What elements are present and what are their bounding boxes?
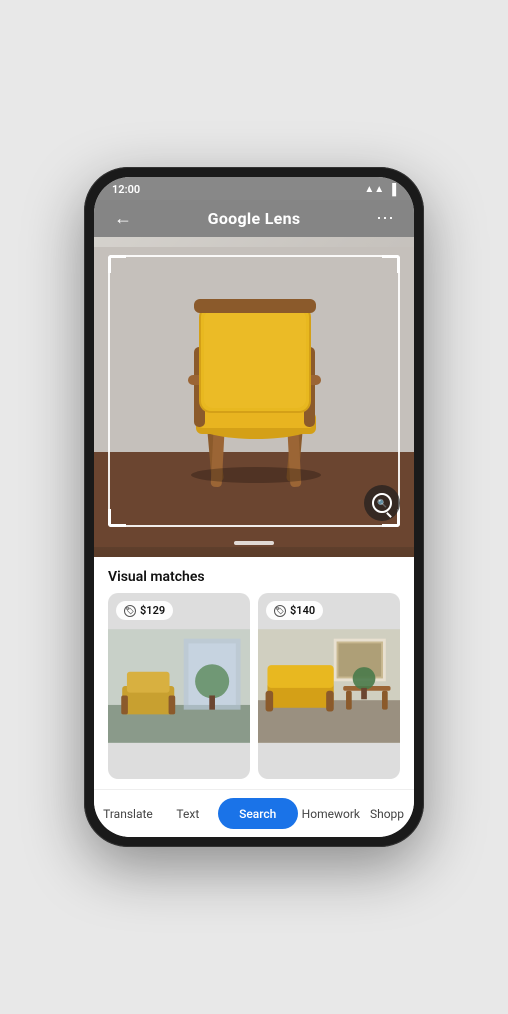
back-button[interactable]: ←	[108, 208, 138, 229]
status-icons: ▲▲ ▐	[364, 183, 396, 196]
results-area: Visual matches	[94, 557, 414, 789]
app-title: Google Lens	[208, 209, 301, 228]
tab-translate[interactable]: Translate	[98, 790, 158, 837]
phone-frame: 12:00 ▲▲ ▐ ← Google Lens ⋯	[84, 167, 424, 847]
tab-homework[interactable]: Homework	[298, 790, 364, 837]
price-badge-2: 🏷 $140	[266, 601, 323, 620]
price-badge-1: 🏷 $129	[116, 601, 173, 620]
price-icon-2: 🏷	[274, 605, 286, 617]
lens-icon-symbol: 🔍	[377, 499, 387, 508]
price-icon-1: 🏷	[124, 605, 136, 617]
visual-matches-header: Visual matches	[94, 557, 414, 593]
more-button[interactable]: ⋯	[370, 208, 400, 229]
phone-screen: 12:00 ▲▲ ▐ ← Google Lens ⋯	[94, 177, 414, 837]
status-time: 12:00	[112, 183, 140, 196]
match-card-1[interactable]: 🏷 $129	[108, 593, 250, 779]
battery-icon: ▐	[388, 183, 396, 196]
price-1: $129	[140, 604, 165, 617]
match-card-2[interactable]: 🏷 $140	[258, 593, 400, 779]
tab-text[interactable]: Text	[158, 790, 218, 837]
drag-handle[interactable]	[234, 541, 274, 545]
top-bar: ← Google Lens ⋯	[94, 200, 414, 237]
camera-area: 🔍	[94, 237, 414, 557]
matches-grid: 🏷 $129	[94, 593, 414, 789]
title-prefix: Google	[208, 209, 265, 228]
tab-search[interactable]: Search	[218, 798, 298, 829]
tab-shopping[interactable]: Shopp	[364, 790, 410, 837]
status-bar: 12:00 ▲▲ ▐	[94, 177, 414, 200]
match-card-2-image	[258, 593, 400, 779]
bottom-tabs: Translate Text Search Homework Shopp	[94, 789, 414, 837]
match-card-1-image	[108, 593, 250, 779]
price-2: $140	[290, 604, 315, 617]
lens-search-button[interactable]: 🔍	[364, 485, 400, 521]
signal-icon: ▲▲	[364, 184, 384, 195]
title-bold: Lens	[265, 209, 301, 228]
lens-icon: 🔍	[372, 493, 392, 513]
